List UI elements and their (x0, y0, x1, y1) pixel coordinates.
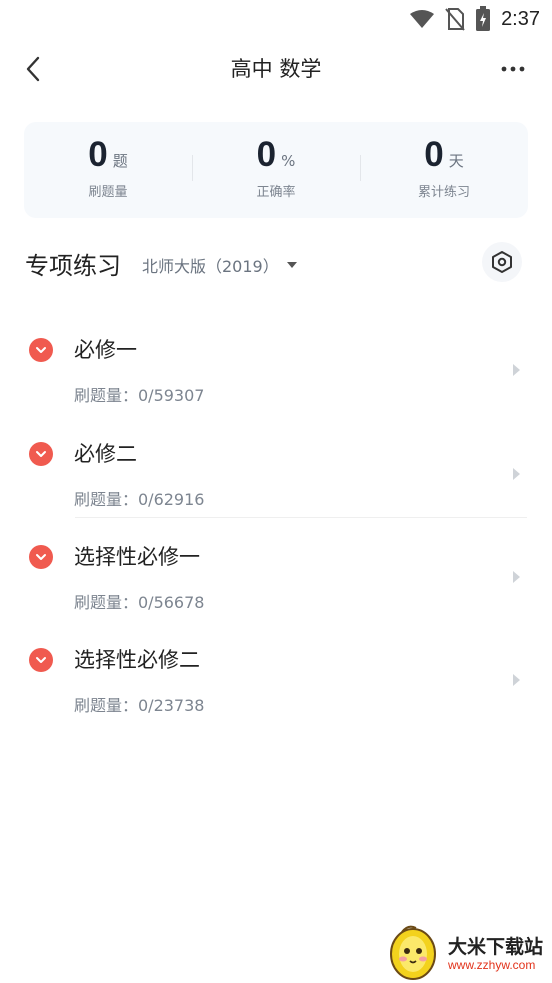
status-icons: 2:37 (409, 6, 540, 32)
stat-label: 正确率 (256, 185, 296, 200)
arrow-right-icon (513, 364, 520, 376)
list-item[interactable]: 选择性必修一 刷题量：0/56678 (0, 527, 552, 627)
stat-practice-days: 0 天 累计练习 (360, 122, 528, 218)
item-count: 刷题量：0/62916 (74, 490, 205, 509)
item-name: 必修一 (74, 338, 137, 362)
more-button[interactable] (496, 52, 530, 86)
stat-unit: 题 (112, 152, 128, 170)
arrow-right-icon (513, 468, 520, 480)
expand-badge[interactable] (29, 545, 53, 569)
chevron-down-icon (36, 451, 46, 457)
stat-value: 0 (88, 135, 108, 174)
header: 高中 数学 (0, 40, 552, 98)
edition-label: 北师大版（2019） (142, 257, 279, 276)
watermark-url: www.zzhyw.com (448, 958, 536, 972)
item-name: 选择性必修一 (74, 545, 200, 569)
no-sim-icon (445, 7, 465, 31)
item-count: 刷题量：0/23738 (74, 696, 205, 715)
stat-value: 0 (424, 135, 444, 174)
chevron-down-icon (36, 657, 46, 663)
list-item[interactable]: 选择性必修二 刷题量：0/23738 (0, 630, 552, 730)
watermark-text: 大米下载站 (448, 936, 544, 958)
list-item[interactable]: 必修一 刷题量：0/59307 (0, 320, 552, 420)
chevron-down-icon (36, 554, 46, 560)
section-title-text: 专项练习 (25, 252, 121, 280)
status-bar: 2:37 (0, 0, 552, 38)
hexagon-settings-icon (492, 251, 512, 273)
stat-accuracy: 0 % 正确率 (192, 122, 360, 218)
arrow-right-icon (513, 571, 520, 583)
wifi-icon (409, 9, 435, 29)
chevron-down-icon (36, 347, 46, 353)
stat-value: 0 (256, 135, 277, 174)
stats-card: 0 题 刷题量 0 % 正确率 0 天 累计练习 (24, 122, 528, 218)
item-count: 刷题量：0/56678 (74, 593, 205, 612)
stat-label: 刷题量 (88, 185, 128, 200)
arrow-right-icon (513, 674, 520, 686)
stat-unit: % (281, 152, 296, 170)
expand-badge[interactable] (29, 442, 53, 466)
item-name: 必修二 (74, 442, 137, 466)
item-count: 刷题量：0/59307 (74, 386, 205, 405)
caret-down-icon (286, 261, 297, 268)
page-title: 高中 数学 (230, 57, 322, 81)
stat-question-count: 0 题 刷题量 (24, 122, 192, 218)
section-header: 专项练习 北师大版（2019） (0, 232, 552, 292)
edition-selector[interactable]: 北师大版（2019） (142, 253, 297, 277)
settings-button[interactable] (482, 242, 522, 282)
expand-badge[interactable] (29, 338, 53, 362)
egg-mascot-icon (390, 925, 436, 980)
expand-badge[interactable] (29, 648, 53, 672)
watermark: 大米下载站 www.zzhyw.com (388, 918, 552, 980)
stat-unit: 天 (448, 152, 464, 170)
divider (75, 517, 527, 518)
battery-charging-icon (475, 6, 491, 32)
stat-label: 累计练习 (417, 185, 470, 200)
list-item[interactable]: 必修二 刷题量：0/62916 (0, 424, 552, 524)
item-name: 选择性必修二 (74, 648, 200, 672)
status-time: 2:37 (501, 7, 540, 30)
more-dots-icon (501, 66, 525, 72)
section-title: 专项练习 (25, 246, 121, 281)
